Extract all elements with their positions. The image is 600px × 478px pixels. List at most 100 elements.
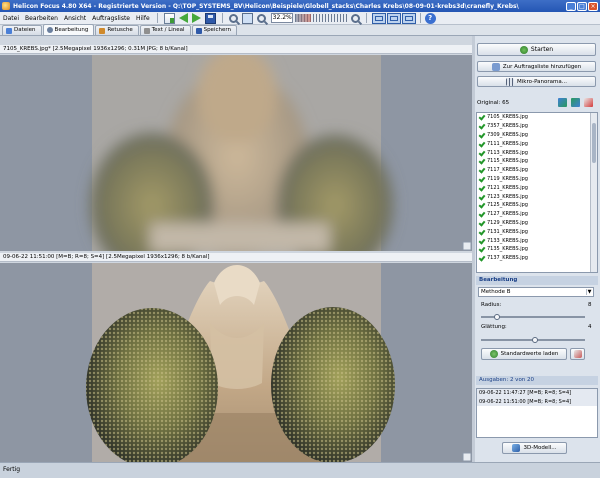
- 3d-model-button[interactable]: 3D-Modell...: [502, 442, 567, 454]
- result-image-view[interactable]: [0, 263, 472, 462]
- file-list-item[interactable]: 7119_KREBS.jpg: [477, 175, 597, 184]
- minimize-button[interactable]: _: [566, 1, 576, 11]
- single-view-layout-icon[interactable]: [371, 12, 386, 24]
- view-scroll-corner[interactable]: [462, 241, 472, 251]
- window-title: Helicon Focus 4.80 X64 - Registrierte Ve…: [13, 2, 519, 10]
- file-list-item[interactable]: 7309_KREBS.jpg: [477, 131, 597, 140]
- sort-files-icon[interactable]: [558, 98, 567, 107]
- checkmark-icon[interactable]: [479, 141, 485, 147]
- source-image-view[interactable]: [0, 55, 472, 251]
- maximize-button[interactable]: □: [577, 1, 587, 11]
- checkmark-icon[interactable]: [479, 132, 485, 138]
- micro-panorama-button[interactable]: Mikro-Panorama...: [477, 76, 596, 87]
- checkmark-icon[interactable]: [479, 167, 485, 173]
- add-to-queue-button[interactable]: Zur Auftragsliste hinzufügen: [477, 61, 596, 72]
- eraser-button[interactable]: [570, 348, 585, 360]
- file-list-item[interactable]: 7125_KREBS.jpg: [477, 201, 597, 210]
- side-by-side-layout-icon[interactable]: [386, 12, 401, 24]
- view-scroll-corner[interactable]: [462, 452, 472, 462]
- tab-text-ruler[interactable]: Text / Lineal: [139, 25, 191, 35]
- checkmark-icon[interactable]: [479, 150, 485, 156]
- checkmark-icon[interactable]: [479, 185, 485, 191]
- queue-icon: [491, 62, 500, 71]
- file-list-item[interactable]: 7127_KREBS.jpg: [477, 210, 597, 219]
- load-defaults-button[interactable]: Standardwerte laden: [481, 348, 567, 360]
- checkmark-icon[interactable]: [479, 123, 485, 129]
- checkmark-icon[interactable]: [479, 246, 485, 252]
- checkmark-icon[interactable]: [479, 176, 485, 182]
- forward-arrow-icon[interactable]: [191, 13, 201, 23]
- menu-queue[interactable]: Auftragsliste: [89, 15, 133, 22]
- checkmark-icon[interactable]: [479, 194, 485, 200]
- file-list-item[interactable]: 7357_KREBS.jpg: [477, 122, 597, 131]
- tab-save[interactable]: Speichern: [191, 25, 238, 35]
- tab-processing[interactable]: Bearbeitung: [42, 24, 95, 35]
- file-list-item[interactable]: 7113_KREBS.jpg: [477, 148, 597, 157]
- folder-icon: [6, 27, 12, 34]
- radius-slider-thumb[interactable]: [493, 314, 500, 320]
- file-list-item[interactable]: 7137_KREBS.jpg: [477, 254, 597, 263]
- back-arrow-icon[interactable]: [178, 13, 188, 23]
- file-list-item[interactable]: 7111_KREBS.jpg: [477, 139, 597, 148]
- output-row[interactable]: 09-06-22 11:47:27 [M=B; R=8; S=4]: [477, 389, 597, 398]
- file-name: 7357_KREBS.jpg: [487, 123, 528, 130]
- menu-edit[interactable]: Bearbeiten: [22, 15, 61, 22]
- help-icon[interactable]: ?: [424, 12, 436, 24]
- toolbar-separator: [221, 13, 223, 23]
- checkmark-icon[interactable]: [479, 220, 485, 226]
- checkmark-icon[interactable]: [479, 255, 485, 261]
- file-list-scrollbar[interactable]: [590, 113, 597, 272]
- file-list-item[interactable]: 7121_KREBS.jpg: [477, 183, 597, 192]
- method-select[interactable]: Methode B ▼: [478, 287, 594, 297]
- file-name: 7105_KREBS.jpg: [487, 114, 528, 121]
- file-name: 7129_KREBS.jpg: [487, 219, 528, 226]
- save-icon[interactable]: [204, 12, 216, 24]
- close-button[interactable]: ×: [588, 1, 598, 11]
- file-list-item[interactable]: 7129_KREBS.jpg: [477, 219, 597, 228]
- panorama-grid-icon: [506, 77, 515, 86]
- add-to-queue-label: Zur Auftragsliste hinzufügen: [502, 63, 582, 70]
- output-row[interactable]: 09-06-22 11:51:00 [M=B; R=8; S=4]: [477, 397, 597, 406]
- checkmark-icon[interactable]: [479, 202, 485, 208]
- zoom-out-icon[interactable]: [256, 13, 266, 23]
- file-list-item[interactable]: 7133_KREBS.jpg: [477, 236, 597, 245]
- open-document-icon[interactable]: [163, 12, 175, 24]
- chevron-down-icon: ▼: [586, 289, 592, 295]
- checkmark-icon[interactable]: [479, 114, 485, 120]
- select-files-icon[interactable]: [571, 98, 580, 107]
- file-list-item[interactable]: 7131_KREBS.jpg: [477, 227, 597, 236]
- tab-files[interactable]: Dateien: [2, 25, 42, 35]
- method-select-value: Methode B: [481, 289, 511, 295]
- zoom-slider-fill: [294, 14, 312, 22]
- fit-to-window-icon[interactable]: [241, 12, 253, 24]
- menu-view[interactable]: Ansicht: [61, 15, 89, 22]
- defaults-icon: [489, 350, 498, 358]
- file-list-scroll-thumb[interactable]: [592, 123, 596, 163]
- file-name: 7111_KREBS.jpg: [487, 140, 528, 147]
- file-list-item[interactable]: 7115_KREBS.jpg: [477, 157, 597, 166]
- start-button[interactable]: Starten: [477, 43, 596, 56]
- file-list[interactable]: 7105_KREBS.jpg 7357_KREBS.jpg 7309_KREBS.j…: [476, 112, 598, 273]
- file-list-item[interactable]: 7117_KREBS.jpg: [477, 166, 597, 175]
- menu-help[interactable]: Hilfe: [133, 15, 153, 22]
- zoom-value-field[interactable]: 32.2%: [270, 13, 293, 23]
- file-name: 7309_KREBS.jpg: [487, 131, 528, 138]
- checkmark-icon[interactable]: [479, 229, 485, 235]
- checkmark-icon[interactable]: [479, 158, 485, 164]
- file-list-item[interactable]: 7123_KREBS.jpg: [477, 192, 597, 201]
- stacked-layout-icon[interactable]: [401, 12, 416, 24]
- zoom-slider[interactable]: [294, 14, 347, 22]
- zoom-in-icon[interactable]: [350, 13, 360, 23]
- output-list[interactable]: 09-06-22 11:47:27 [M=B; R=8; S=4] 09-06-…: [476, 388, 598, 438]
- remove-files-icon[interactable]: [584, 98, 593, 107]
- menu-file[interactable]: Datei: [0, 15, 22, 22]
- file-name: 7127_KREBS.jpg: [487, 211, 528, 218]
- smoothing-slider-thumb[interactable]: [532, 337, 539, 343]
- checkmark-icon[interactable]: [479, 211, 485, 217]
- file-list-item[interactable]: 7105_KREBS.jpg: [477, 113, 597, 122]
- zoom-icon[interactable]: [228, 13, 238, 23]
- checkmark-icon[interactable]: [479, 238, 485, 244]
- save-icon: [195, 27, 202, 34]
- tab-retouch[interactable]: Retusche: [95, 25, 139, 35]
- file-list-item[interactable]: 7135_KREBS.jpg: [477, 245, 597, 254]
